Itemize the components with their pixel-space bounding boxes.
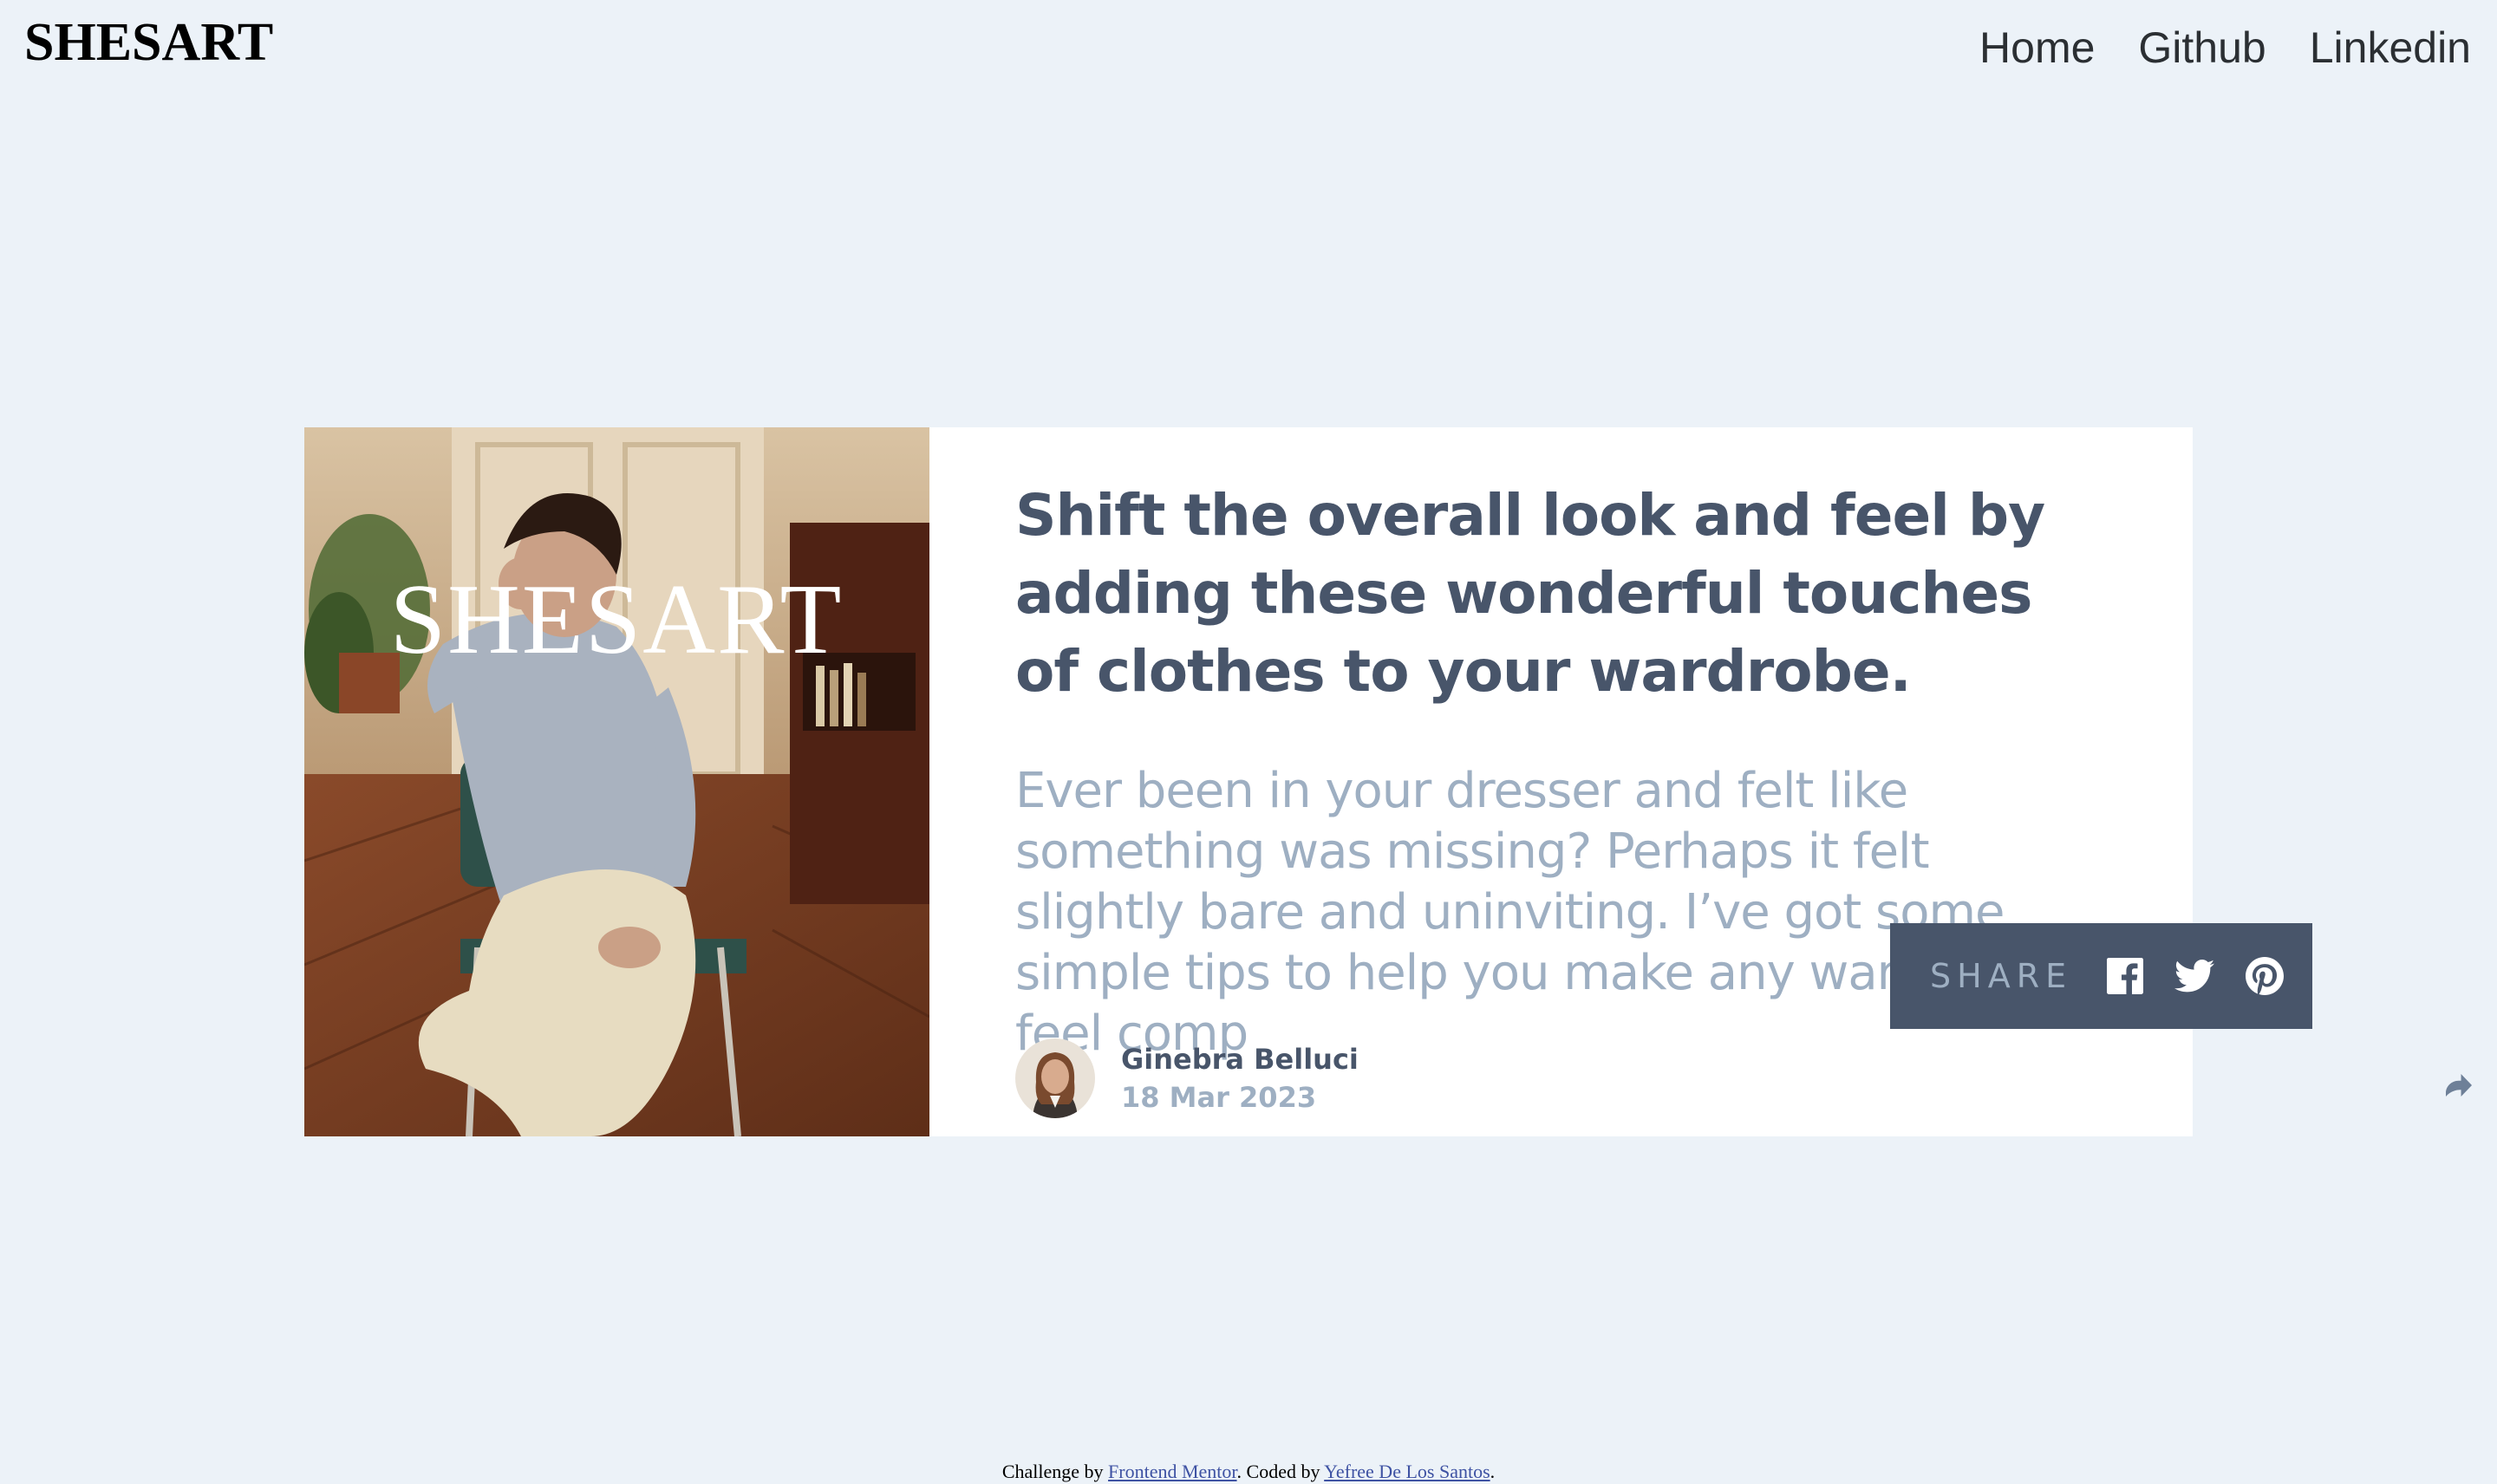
nav-home-link[interactable]: Home [1979, 23, 2095, 73]
main-nav: Home Github Linkedin [1979, 23, 2471, 73]
author-name: Ginebra Belluci [1121, 1043, 1359, 1076]
nav-linkedin-link[interactable]: Linkedin [2310, 23, 2471, 73]
article-content: Shift the overall look and feel by addin… [929, 427, 2485, 1136]
brand-logo: SHESART [24, 13, 274, 72]
hero-overlay-text: SHESART [390, 564, 844, 675]
attribution-footer: Challenge by Frontend Mentor. Coded by Y… [0, 1461, 2497, 1483]
twitter-icon[interactable] [2174, 959, 2215, 993]
share-arrow-icon [2446, 1073, 2472, 1099]
social-icons [2107, 955, 2285, 997]
footer-prefix: Challenge by [1001, 1461, 1109, 1482]
article-hero-image: SHESART [304, 427, 929, 1136]
article-card: SHESART Shift the overall look and feel … [304, 427, 2485, 1136]
author-date: 18 Mar 2023 [1121, 1081, 1317, 1114]
facebook-icon[interactable] [2107, 955, 2144, 997]
author-profile-link[interactable]: Yefree De Los Santos [1324, 1461, 1490, 1482]
author-avatar [1015, 1038, 1095, 1118]
frontend-mentor-link[interactable]: Frontend Mentor [1108, 1461, 1237, 1482]
pinterest-icon[interactable] [2246, 957, 2285, 995]
share-popover: SHARE [1890, 923, 2312, 1029]
share-label: SHARE [1930, 957, 2073, 995]
author-block: Ginebra Belluci 18 Mar 2023 [1015, 1038, 1359, 1118]
author-meta: Ginebra Belluci 18 Mar 2023 [1121, 1040, 1359, 1116]
article-headline[interactable]: Shift the overall look and feel by addin… [1015, 477, 2108, 711]
share-button[interactable] [2433, 1060, 2485, 1112]
footer-suffix: . [1490, 1461, 1496, 1482]
footer-middle: . Coded by [1236, 1461, 1325, 1482]
nav-github-link[interactable]: Github [2138, 23, 2266, 73]
